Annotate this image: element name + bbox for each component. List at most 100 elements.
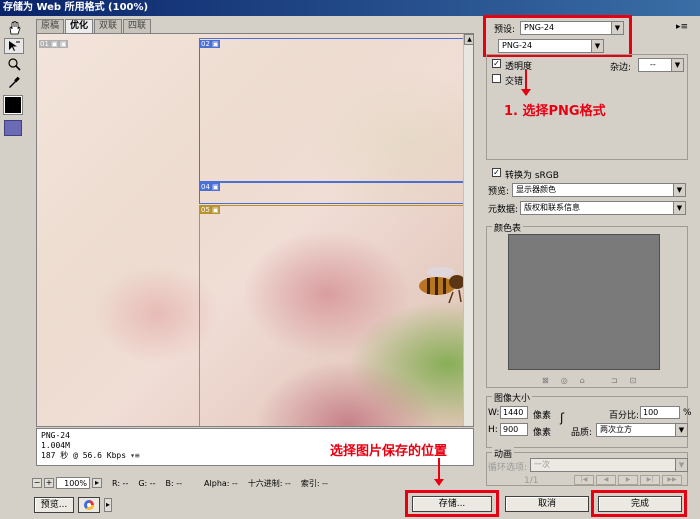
delete-color-icon[interactable]: ⊡ [629,376,636,385]
eyedropper-color-swatch[interactable] [3,95,23,115]
slice-04[interactable] [199,182,473,204]
quality-value: 两次立方 [600,425,632,434]
last-frame-icon[interactable]: ▶▶ [662,475,682,485]
play-icon[interactable]: ▶ [618,475,638,485]
animation-controls: |◀ ◀ ▶ ▶| ▶▶ [574,475,682,485]
percent-label: 百分比: [609,411,640,421]
tab-2-up[interactable]: 双联 [94,19,123,33]
scroll-up-icon[interactable]: ▲ [464,34,473,45]
color-table-buttons: ⊠ ◎ ⌂ ⊐ ⊡ [542,376,636,385]
interlaced-checkbox[interactable] [492,74,501,83]
slice-tag-04[interactable]: 04 ▣ [200,183,220,191]
srgb-checkbox[interactable]: ✓ [492,168,501,177]
panel-menu-icon[interactable]: ▸≡ [676,22,688,32]
zoom-level-field[interactable]: 100% [56,477,90,489]
annotation-arrow-1-line [525,70,527,90]
transparency-checkbox[interactable]: ✓ [492,59,501,68]
preset-dropdown-icon[interactable]: ▼ [611,22,623,34]
matte-dropdown-icon[interactable]: ▼ [671,59,683,71]
slice-tag-05[interactable]: 05 ▣ [200,206,220,214]
tab-original[interactable]: 原稿 [36,19,65,33]
window-title: 存储为 Web 所用格式 (100%) [0,0,700,16]
color-table-title: 颜色表 [492,221,524,234]
width-unit: 像素 [533,411,552,421]
view-tabs: 原稿 优化 双联 四联 [36,19,152,33]
height-label: H: [488,425,498,435]
slice-05[interactable] [199,205,473,426]
width-field[interactable]: 1440 [500,406,528,419]
metadata-dropdown-icon[interactable]: ▼ [673,202,685,214]
web-snap-icon[interactable]: ◎ [561,376,568,385]
slice-tag-02[interactable]: 02 ▣ [200,40,220,48]
status-b: B: -- [165,478,183,488]
status-alpha: Alpha: -- [204,478,238,488]
preview-button[interactable]: 预览... [34,497,74,513]
preview-mode-label: 预览: [488,187,510,197]
new-color-icon[interactable]: ⊐ [611,376,618,385]
quality-label: 品质: [571,428,593,438]
metadata-value: 版权和联系信息 [524,203,580,212]
frame-counter: 1/1 [524,476,539,486]
srgb-label: 转换为 sRGB [505,171,559,181]
settings-panel: 预设: PNG-24 ▼ PNG-24 ▼ ▸≡ ✓ 透明度 杂边: -- ▼ … [482,15,692,488]
annotation-choose-png: 1. 选择PNG格式 [504,104,606,119]
percent-field[interactable]: 100 [640,406,680,419]
zoom-out-button[interactable]: − [32,478,42,488]
preset-select[interactable]: PNG-24 ▼ [520,21,624,35]
download-speed-menu-icon[interactable]: ▾≡ [130,451,140,460]
preset-label: 预设: [494,25,516,35]
lock-color-icon[interactable]: ⌂ [580,376,585,385]
info-download-time: 187 秒 @ 56.6 Kbps [41,451,127,460]
done-button[interactable]: 完成 [598,496,682,512]
status-bar: − + 100% ▸ R: -- G: -- B: -- Alpha: -- 十… [32,476,472,490]
save-button[interactable]: 存储... [412,496,492,512]
tab-4-up[interactable]: 四联 [123,19,152,33]
slice-02[interactable] [199,38,473,182]
annotation-save-location: 选择图片保存的位置 [330,444,448,459]
zoom-control: − + 100% ▸ [32,477,102,489]
browser-icon [84,500,94,510]
previous-frame-icon[interactable]: ◀ [596,475,616,485]
color-table[interactable] [508,234,660,370]
status-hex: 十六进制: -- [247,478,291,488]
format-dropdown-icon[interactable]: ▼ [591,40,603,52]
constrain-proportions-icon[interactable]: ʃ [560,411,564,425]
preview-mode-select[interactable]: 显示器颜色 ▼ [512,183,686,197]
slice-select-tool-icon[interactable] [4,38,24,54]
toggle-slices-visibility-button[interactable] [4,120,22,136]
hand-tool-icon[interactable] [4,20,24,36]
matte-label: 杂边: [610,63,632,73]
preview-mode-value: 显示器颜色 [516,185,556,194]
browser-preview-button[interactable] [78,497,100,513]
width-label: W: [488,408,500,418]
animation-title: 动画 [492,447,515,460]
tab-optimized[interactable]: 优化 [65,19,94,33]
first-frame-icon[interactable]: |◀ [574,475,594,485]
next-frame-icon[interactable]: ▶| [640,475,660,485]
canvas-vertical-scrollbar[interactable]: ▲ [463,34,473,426]
format-select[interactable]: PNG-24 ▼ [498,39,604,53]
percent-sign: % [683,408,692,418]
matte-select[interactable]: -- ▼ [638,58,684,72]
tool-strip [3,18,28,136]
eyedropper-tool-icon[interactable] [4,74,24,90]
quality-dropdown-icon[interactable]: ▼ [675,424,687,436]
zoom-tool-icon[interactable] [4,56,24,72]
cancel-button[interactable]: 取消 [505,496,589,512]
height-unit: 像素 [533,428,552,438]
quality-select[interactable]: 两次立方 ▼ [596,423,688,437]
loop-options-select[interactable]: 一次 ▼ [530,458,688,472]
loop-options-dropdown-icon[interactable]: ▼ [675,459,687,471]
slice-tag-01[interactable]: 01 ▣ ▣ [39,40,68,48]
metadata-label: 元数据: [488,205,519,215]
browser-menu-icon[interactable]: ▸ [104,498,112,512]
metadata-select[interactable]: 版权和联系信息 ▼ [520,201,686,215]
height-field[interactable]: 900 [500,423,528,436]
image-canvas[interactable]: 01 ▣ ▣ 02 ▣ 04 ▣ 05 ▣ ▲ [36,33,474,427]
map-transparency-icon[interactable]: ⊠ [542,376,549,385]
preview-mode-dropdown-icon[interactable]: ▼ [673,184,685,196]
matte-value: -- [650,60,656,69]
interlaced-label: 交错 [505,77,524,87]
zoom-in-button[interactable]: + [44,478,54,488]
zoom-dropdown-icon[interactable]: ▸ [92,478,102,488]
